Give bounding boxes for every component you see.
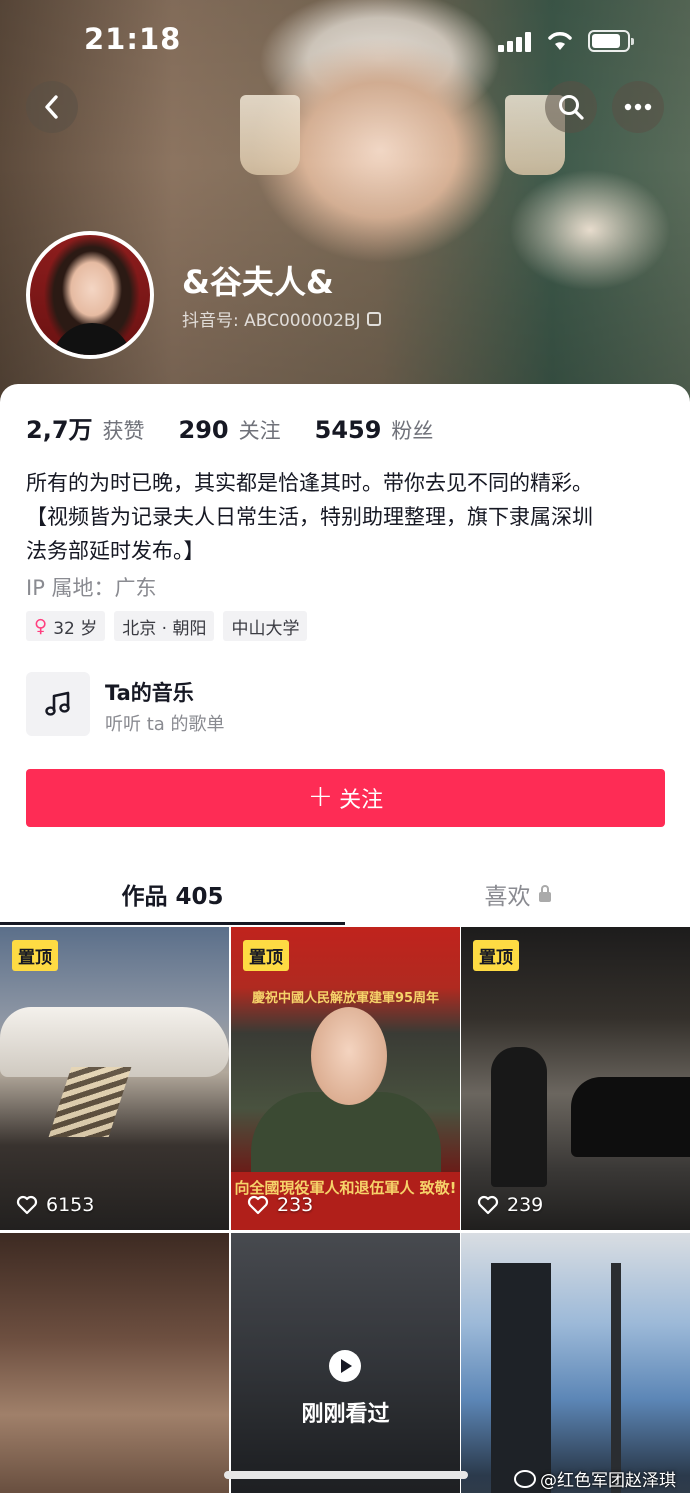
stat-label: 关注 <box>238 419 281 443</box>
tag-location: 北京 · 朝阳 <box>114 611 215 641</box>
heart-icon <box>247 1195 269 1215</box>
wifi-icon <box>548 32 572 50</box>
home-indicator[interactable] <box>224 1471 468 1479</box>
pinned-badge: 置顶 <box>243 940 289 971</box>
search-button[interactable] <box>545 81 597 133</box>
tag-school: 中山大学 <box>223 611 308 641</box>
tab-likes[interactable]: 喜欢 <box>345 864 690 924</box>
video-likes: 6153 <box>16 1194 94 1216</box>
stat-following[interactable]: 290 关注 <box>179 415 281 445</box>
tag-label: 北京 · 朝阳 <box>122 618 207 639</box>
music-note-icon <box>26 672 90 736</box>
chevron-left-icon <box>45 95 58 119</box>
bio-line: 法务部延时发布。】 <box>26 539 205 563</box>
tab-likes-label: 喜欢 <box>484 884 531 910</box>
car-image <box>571 1077 690 1157</box>
uniform-image <box>251 1092 441 1182</box>
jet-stairs-image <box>48 1067 132 1137</box>
heart-icon <box>16 1195 38 1215</box>
bio-line: 【视频皆为记录夫人日常生活，特别助理整理，旗下隶属深圳 <box>26 505 593 529</box>
tag-label: 中山大学 <box>231 618 300 639</box>
back-button[interactable] <box>26 81 78 133</box>
window-frame-image <box>491 1263 551 1493</box>
battery-icon <box>588 30 634 52</box>
video-thumbnail[interactable]: 慶祝中國人民解放軍建軍95周年 向全國現役軍人和退伍軍人 致敬! 置顶 233 <box>231 927 460 1230</box>
follow-button[interactable]: + 关注 <box>26 769 665 827</box>
stat-value: 290 <box>178 416 229 444</box>
portrait-image <box>311 1007 387 1105</box>
search-icon <box>559 95 584 120</box>
music-entry[interactable]: Ta的音乐 听听 ta 的歌单 <box>26 672 666 736</box>
video-thumbnail[interactable]: 置顶 239 <box>461 927 690 1230</box>
person-image <box>491 1047 547 1187</box>
stats-row: 2,7万 获赞 290 关注 5459 粉丝 <box>26 410 467 445</box>
weibo-icon <box>514 1469 536 1488</box>
video-thumbnail[interactable] <box>0 1233 229 1493</box>
music-title: Ta的音乐 <box>105 681 194 705</box>
lock-icon <box>538 885 551 902</box>
avatar[interactable] <box>26 231 154 359</box>
video-thumbnail[interactable]: 置顶 6153 <box>0 927 229 1230</box>
profile-tags: ♀ 32 岁 北京 · 朝阳 中山大学 <box>26 611 308 641</box>
pinned-badge: 置顶 <box>473 940 519 971</box>
video-thumbnail[interactable] <box>461 1233 690 1493</box>
douyin-id[interactable]: 抖音号: ABC000002BJ <box>182 306 381 331</box>
status-time: 21:18 <box>84 22 182 56</box>
cellular-signal-icon <box>498 32 534 52</box>
tab-active-indicator <box>0 922 345 925</box>
music-subtitle: 听听 ta 的歌单 <box>105 714 225 735</box>
video-likes-count: 6153 <box>46 1194 95 1216</box>
bio-text: 所有的为时已晚，其实都是恰逢其时。带你去见不同的精彩。 【视频皆为记录夫人日常生… <box>26 466 666 568</box>
tab-works[interactable]: 作品 405 <box>0 864 345 924</box>
content-tabs: 作品 405 喜欢 <box>0 864 690 926</box>
video-likes-count: 239 <box>507 1194 544 1216</box>
video-thumbnail[interactable]: 刚刚看过 <box>231 1233 460 1493</box>
stat-likes[interactable]: 2,7万 获赞 <box>26 410 145 445</box>
douyin-id-text: 抖音号: ABC000002BJ <box>182 311 361 331</box>
window-frame-image <box>611 1263 621 1493</box>
tag-label: 32 岁 <box>53 618 98 639</box>
stat-label: 粉丝 <box>391 419 434 443</box>
video-likes: 239 <box>477 1194 543 1216</box>
video-likes: 233 <box>247 1194 313 1216</box>
heart-icon <box>477 1195 499 1215</box>
more-options-button[interactable] <box>612 81 664 133</box>
plus-icon: + <box>307 779 334 814</box>
recently-viewed-label: 刚刚看过 <box>301 1402 390 1427</box>
copy-icon[interactable] <box>366 311 381 326</box>
watermark: @红色军团赵泽琪 <box>514 1466 676 1491</box>
video-likes-count: 233 <box>277 1194 314 1216</box>
pinned-badge: 置顶 <box>12 940 58 971</box>
stat-followers[interactable]: 5459 粉丝 <box>315 415 434 445</box>
play-icon <box>329 1350 361 1382</box>
follow-label: 关注 <box>339 788 384 813</box>
bio-line: 所有的为时已晚，其实都是恰逢其时。带你去见不同的精彩。 <box>26 471 593 495</box>
stat-value: 2,7万 <box>26 416 93 444</box>
ip-location: IP 属地：广东 <box>26 576 157 600</box>
status-bar: 21:18 <box>0 0 690 80</box>
nickname: &谷夫人& <box>182 263 334 301</box>
stat-label: 获赞 <box>102 419 145 443</box>
watermark-text: @红色军团赵泽琪 <box>540 1471 676 1491</box>
female-icon: ♀ <box>34 615 48 637</box>
more-dots-icon <box>624 103 652 111</box>
video-banner-top: 慶祝中國人民解放軍建軍95周年 <box>251 991 440 1006</box>
tag-age: ♀ 32 岁 <box>26 611 106 641</box>
stat-value: 5459 <box>314 416 382 444</box>
